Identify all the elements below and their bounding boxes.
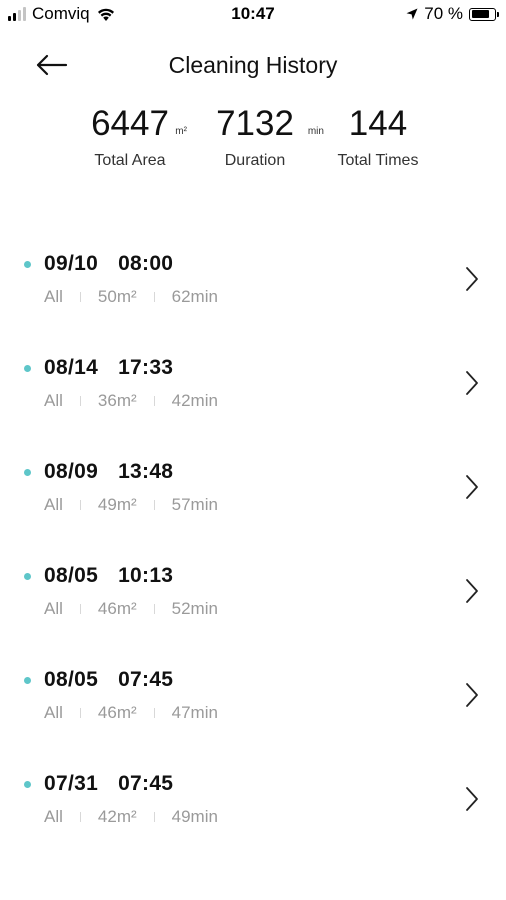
record-area: 36m² bbox=[97, 391, 137, 410]
bullet-dot bbox=[24, 573, 31, 580]
summary-stats: 6447 m² Total Area 7132 min Duration 144… bbox=[0, 102, 506, 182]
duration-value: 7132 bbox=[216, 104, 294, 143]
bullet-dot bbox=[24, 677, 31, 684]
record-time: 07:45 bbox=[118, 668, 174, 691]
record-mode: All bbox=[44, 391, 63, 410]
bullet-dot bbox=[24, 261, 31, 268]
record-datetime: 07/31 07:45 bbox=[44, 772, 173, 796]
chevron-right-icon bbox=[466, 683, 478, 707]
total-times-value: 144 bbox=[348, 104, 408, 143]
header: Cleaning History bbox=[0, 40, 506, 90]
record-datetime: 09/10 08:00 bbox=[44, 252, 173, 276]
history-record[interactable]: 08/05 10:13 All 46m² 52min bbox=[0, 552, 506, 648]
chevron-right-icon bbox=[466, 579, 478, 603]
bullet-dot bbox=[24, 469, 31, 476]
record-area: 46m² bbox=[97, 703, 137, 722]
chevron-right-icon bbox=[466, 475, 478, 499]
record-date: 07/31 bbox=[44, 772, 99, 795]
total-area-value: 6447 bbox=[91, 104, 169, 143]
bullet-dot bbox=[24, 365, 31, 372]
record-date: 08/14 bbox=[44, 356, 99, 379]
history-record[interactable]: 08/09 13:48 All 49m² 57min bbox=[0, 448, 506, 544]
record-area: 50m² bbox=[97, 287, 137, 306]
record-mode: All bbox=[44, 807, 63, 826]
record-mode: All bbox=[44, 703, 63, 722]
record-details: All 50m² 62min bbox=[44, 287, 218, 307]
record-duration: 52min bbox=[171, 599, 218, 618]
record-time: 13:48 bbox=[118, 460, 174, 483]
duration-value-wrap: 7132 min bbox=[216, 102, 324, 146]
record-datetime: 08/09 13:48 bbox=[44, 460, 173, 484]
divider bbox=[79, 708, 81, 718]
record-time: 17:33 bbox=[118, 356, 174, 379]
total-times-stat: 144 Total Times bbox=[308, 102, 448, 170]
record-mode: All bbox=[44, 599, 63, 618]
record-duration: 62min bbox=[171, 287, 218, 306]
record-date: 08/09 bbox=[44, 460, 99, 483]
record-mode: All bbox=[44, 287, 63, 306]
record-area: 42m² bbox=[97, 807, 137, 826]
total-times-label: Total Times bbox=[337, 152, 419, 169]
history-record[interactable]: 08/05 07:45 All 46m² 47min bbox=[0, 656, 506, 752]
record-time: 10:13 bbox=[118, 564, 174, 587]
chevron-right-icon bbox=[466, 371, 478, 395]
record-duration: 57min bbox=[171, 495, 218, 514]
status-bar: Comviq 10:47 70 % bbox=[0, 0, 506, 30]
divider bbox=[79, 396, 81, 406]
divider bbox=[153, 604, 155, 614]
record-details: All 46m² 52min bbox=[44, 599, 218, 619]
record-date: 08/05 bbox=[44, 564, 99, 587]
divider bbox=[79, 500, 81, 510]
page-title: Cleaning History bbox=[168, 52, 338, 78]
history-record[interactable]: 09/10 08:00 All 50m² 62min bbox=[0, 240, 506, 336]
chevron-right-icon bbox=[466, 267, 478, 291]
record-details: All 49m² 57min bbox=[44, 495, 218, 515]
record-date: 09/10 bbox=[44, 252, 99, 275]
record-datetime: 08/05 10:13 bbox=[44, 564, 173, 588]
duration-stat: 7132 min Duration bbox=[185, 102, 325, 170]
chevron-right-icon bbox=[466, 787, 478, 811]
divider bbox=[153, 292, 155, 302]
record-duration: 49min bbox=[171, 807, 218, 826]
duration-label: Duration bbox=[224, 152, 286, 169]
divider bbox=[79, 812, 81, 822]
record-details: All 36m² 42min bbox=[44, 391, 218, 411]
battery-percent: 70 % bbox=[424, 4, 463, 23]
record-datetime: 08/14 17:33 bbox=[44, 356, 173, 380]
divider bbox=[79, 604, 81, 614]
record-mode: All bbox=[44, 495, 63, 514]
record-duration: 42min bbox=[171, 391, 218, 410]
record-details: All 42m² 49min bbox=[44, 807, 218, 827]
record-date: 08/05 bbox=[44, 668, 99, 691]
record-area: 46m² bbox=[97, 599, 137, 618]
divider bbox=[153, 500, 155, 510]
divider bbox=[153, 812, 155, 822]
total-area-label: Total Area bbox=[94, 152, 166, 169]
total-area-stat: 6447 m² Total Area bbox=[60, 102, 200, 170]
location-arrow-icon bbox=[406, 8, 418, 20]
divider bbox=[79, 292, 81, 302]
record-datetime: 08/05 07:45 bbox=[44, 668, 173, 692]
record-time: 08:00 bbox=[118, 252, 174, 275]
record-time: 07:45 bbox=[118, 772, 174, 795]
history-record[interactable]: 08/14 17:33 All 36m² 42min bbox=[0, 344, 506, 440]
record-duration: 47min bbox=[171, 703, 218, 722]
record-details: All 46m² 47min bbox=[44, 703, 218, 723]
divider bbox=[153, 708, 155, 718]
battery-icon bbox=[469, 7, 499, 21]
total-area-value-wrap: 6447 m² bbox=[91, 102, 187, 146]
history-record[interactable]: 07/31 07:45 All 42m² 49min bbox=[0, 760, 506, 856]
status-right: 70 % bbox=[406, 4, 499, 24]
bullet-dot bbox=[24, 781, 31, 788]
divider bbox=[153, 396, 155, 406]
record-area: 49m² bbox=[97, 495, 137, 514]
